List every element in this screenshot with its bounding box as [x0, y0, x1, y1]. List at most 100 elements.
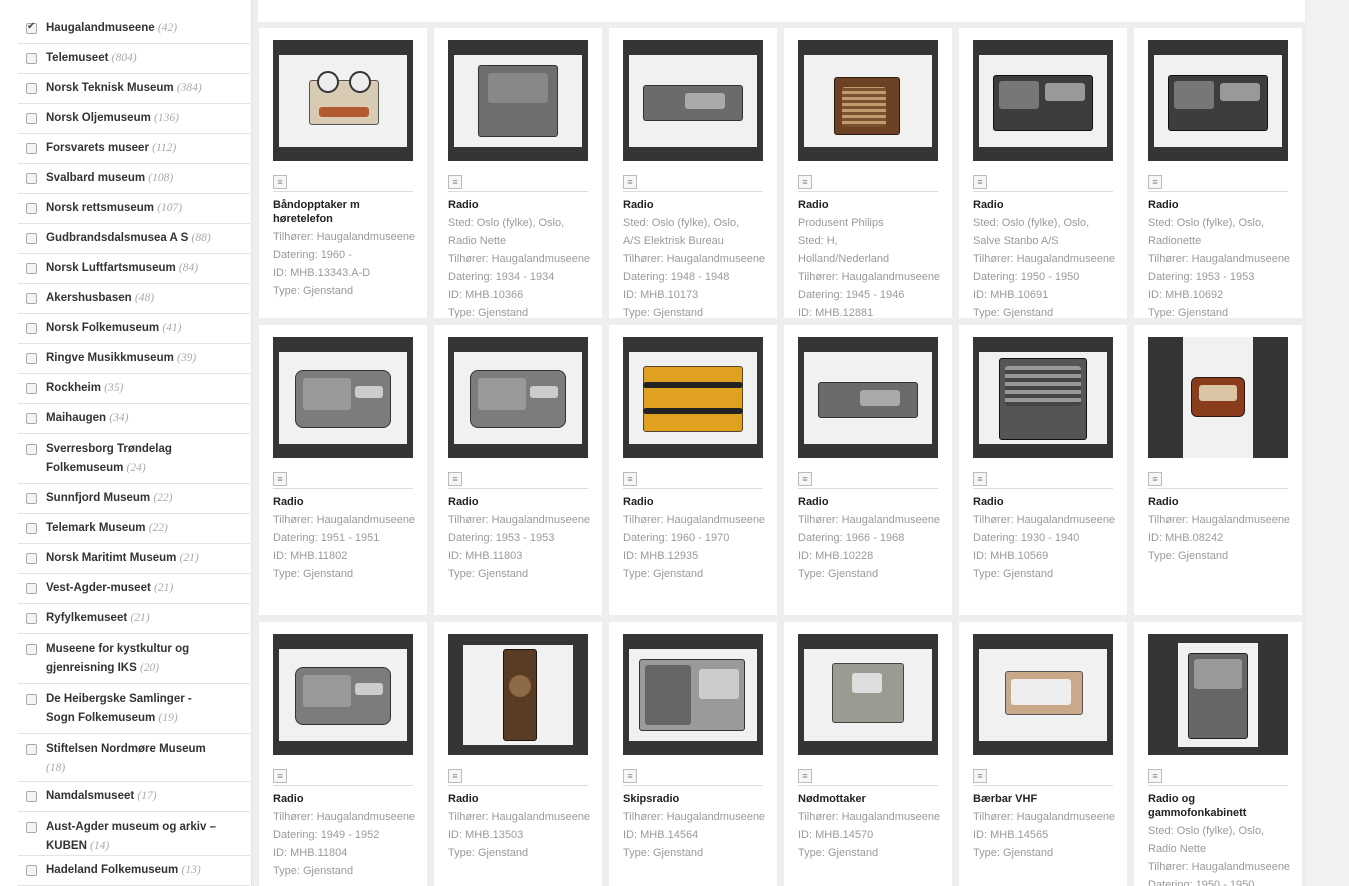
facet-label[interactable]: Svalbard museum (108)	[46, 169, 173, 188]
facet-checkbox[interactable]	[26, 143, 37, 154]
result-card[interactable]: ≡ Bærbar VHF Tilhører: Haugalandmuseene ID:…	[959, 622, 1127, 886]
item-title[interactable]: Radio	[973, 198, 1119, 212]
item-title[interactable]: Radio	[1148, 198, 1294, 212]
item-thumbnail[interactable]	[1148, 337, 1288, 458]
facet-label[interactable]: Norsk Maritimt Museum (21)	[46, 549, 199, 568]
item-thumbnail[interactable]	[448, 337, 588, 458]
facet-checkbox[interactable]	[26, 493, 37, 504]
item-title[interactable]: Radio	[1148, 495, 1294, 509]
facet-label[interactable]: Gudbrandsdalsmusea A S (88)	[46, 229, 211, 248]
facet-label[interactable]: Norsk Luftfartsmuseum (84)	[46, 259, 198, 278]
facet-item[interactable]: Norsk rettsmuseum (107)	[18, 194, 250, 224]
result-card[interactable]: ≡ Radio Tilhører: Haugalandmuseene ID: MHB.…	[434, 622, 602, 886]
item-thumbnail[interactable]	[798, 40, 938, 161]
facet-label[interactable]: Stiftelsen Nordmøre Museum (18)	[46, 740, 221, 778]
facet-item[interactable]: Maihaugen (34)	[18, 404, 250, 434]
facet-checkbox[interactable]	[26, 173, 37, 184]
item-thumbnail[interactable]	[273, 337, 413, 458]
result-card[interactable]: ≡ Radio Sted: Oslo (fylke), Oslo, Salve Sta…	[959, 28, 1127, 318]
facet-label[interactable]: Vest-Agder-museet (21)	[46, 579, 173, 598]
facet-item[interactable]: Museene for kystkultur og gjenreisning I…	[18, 634, 250, 684]
facet-checkbox[interactable]	[26, 383, 37, 394]
facet-checkbox[interactable]	[26, 21, 37, 34]
facet-item[interactable]: Norsk Folkemuseum (41)	[18, 314, 250, 344]
item-thumbnail[interactable]	[273, 40, 413, 161]
facet-item[interactable]: Ringve Musikkmuseum (39)	[18, 344, 250, 374]
facet-checkbox[interactable]	[26, 413, 37, 424]
item-thumbnail[interactable]	[798, 337, 938, 458]
item-title[interactable]: Bærbar VHF	[973, 792, 1119, 806]
item-thumbnail[interactable]	[448, 634, 588, 755]
facet-item[interactable]: Stiftelsen Nordmøre Museum (18)	[18, 734, 250, 782]
item-thumbnail[interactable]	[973, 40, 1113, 161]
facet-label[interactable]: Namdalsmuseet (17)	[46, 787, 157, 806]
item-title[interactable]: Radio	[448, 198, 594, 212]
item-title[interactable]: Radio	[973, 495, 1119, 509]
facet-label[interactable]: Norsk Oljemuseum (136)	[46, 109, 179, 128]
result-card[interactable]: ≡ Radio Sted: Oslo (fylke), Oslo, Radionett…	[1134, 28, 1302, 318]
item-thumbnail[interactable]	[1148, 634, 1288, 755]
item-title[interactable]: Radio	[273, 495, 419, 509]
facet-item[interactable]: Haugalandmuseene (42)	[18, 14, 250, 44]
facet-item[interactable]: Telemark Museum (22)	[18, 514, 250, 544]
result-card[interactable]: ≡ Radio Tilhører: Haugalandmuseene Datering…	[959, 325, 1127, 615]
facet-item[interactable]: Forsvarets museer (112)	[18, 134, 250, 164]
result-card[interactable]: ≡ Radio Produsent Philips Sted: H, Holland/N…	[784, 28, 952, 318]
facet-label[interactable]: Norsk Folkemuseum (41)	[46, 319, 182, 338]
facet-item[interactable]: Norsk Oljemuseum (136)	[18, 104, 250, 134]
facet-item[interactable]: De Heibergske Samlinger - Sogn Folkemuse…	[18, 684, 250, 734]
result-card[interactable]: ≡ Radio Tilhører: Haugalandmuseene Datering…	[434, 325, 602, 615]
item-title[interactable]: Radio	[273, 792, 419, 806]
facet-label[interactable]: Haugalandmuseene (42)	[46, 19, 177, 38]
facet-item[interactable]: Norsk Teknisk Museum (384)	[18, 74, 250, 104]
item-thumbnail[interactable]	[623, 40, 763, 161]
facet-label[interactable]: Telemuseet (804)	[46, 49, 137, 68]
facet-item[interactable]: Norsk Luftfartsmuseum (84)	[18, 254, 250, 284]
facet-item[interactable]: Akershusbasen (48)	[18, 284, 250, 314]
facet-checkbox[interactable]	[26, 744, 37, 755]
facet-label[interactable]: Museene for kystkultur og gjenreisning I…	[46, 640, 221, 678]
result-card[interactable]: ≡ Radio Tilhører: Haugalandmuseene Datering…	[259, 622, 427, 886]
item-thumbnail[interactable]	[973, 337, 1113, 458]
facet-item[interactable]: Vest-Agder-museet (21)	[18, 574, 250, 604]
facet-label[interactable]: Sunnfjord Museum (22)	[46, 489, 173, 508]
facet-checkbox[interactable]	[26, 323, 37, 334]
facet-checkbox[interactable]	[26, 53, 37, 64]
facet-checkbox[interactable]	[26, 822, 37, 833]
facet-checkbox[interactable]	[26, 113, 37, 124]
facet-checkbox[interactable]	[26, 83, 37, 94]
facet-label[interactable]: Hadeland Folkemuseum (13)	[46, 861, 201, 880]
result-card[interactable]: ≡ Radio Sted: Oslo (fylke), Oslo, Radio Net…	[434, 28, 602, 318]
facet-item[interactable]: Sverresborg Trøndelag Folkemuseum (24)	[18, 434, 250, 484]
facet-checkbox[interactable]	[26, 613, 37, 624]
result-card[interactable]: ≡ Radio Tilhører: Haugalandmuseene Datering…	[259, 325, 427, 615]
facet-label[interactable]: Ryfylkemuseet (21)	[46, 609, 150, 628]
facet-label[interactable]: Aust-Agder museum og arkiv – KUBEN (14)	[46, 818, 221, 856]
facet-label[interactable]: Norsk Teknisk Museum (384)	[46, 79, 202, 98]
result-card[interactable]: ≡ Radio Sted: Oslo (fylke), Oslo, A/S Elekt…	[609, 28, 777, 318]
facet-label[interactable]: Telemark Museum (22)	[46, 519, 168, 538]
facet-checkbox[interactable]	[26, 523, 37, 534]
item-title[interactable]: Radio	[448, 495, 594, 509]
facet-checkbox[interactable]	[26, 263, 37, 274]
item-thumbnail[interactable]	[273, 634, 413, 755]
item-thumbnail[interactable]	[973, 634, 1113, 755]
facet-item[interactable]: Sunnfjord Museum (22)	[18, 484, 250, 514]
result-card[interactable]: ≡ Radio Tilhører: Haugalandmuseene Datering…	[609, 325, 777, 615]
result-card[interactable]: ≡ Radio Tilhører: Haugalandmuseene Datering…	[784, 325, 952, 615]
item-title[interactable]: Radio	[798, 198, 944, 212]
facet-item[interactable]: Telemuseet (804)	[18, 44, 250, 74]
facet-item[interactable]: Aust-Agder museum og arkiv – KUBEN (14)	[18, 812, 250, 856]
facet-checkbox[interactable]	[26, 293, 37, 304]
item-title[interactable]: Radio	[798, 495, 944, 509]
facet-item[interactable]: Rockheim (35)	[18, 374, 250, 404]
facet-item[interactable]: Namdalsmuseet (17)	[18, 782, 250, 812]
facet-item[interactable]: Norsk Maritimt Museum (21)	[18, 544, 250, 574]
facet-checkbox[interactable]	[26, 583, 37, 594]
facet-checkbox[interactable]	[26, 444, 37, 455]
item-title[interactable]: Radio	[448, 792, 594, 806]
item-title[interactable]: Nødmottaker	[798, 792, 944, 806]
facet-checkbox[interactable]	[26, 203, 37, 214]
facet-label[interactable]: Maihaugen (34)	[46, 409, 128, 428]
facet-checkbox[interactable]	[26, 353, 37, 364]
